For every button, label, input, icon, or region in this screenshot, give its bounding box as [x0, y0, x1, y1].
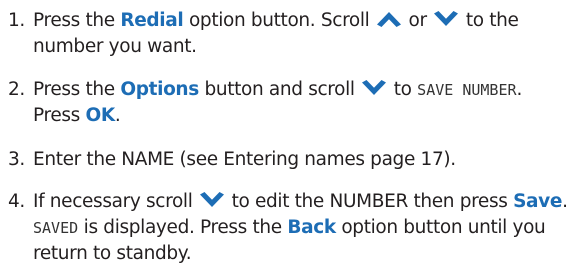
chevron-down-icon	[198, 191, 226, 209]
step-text: button and scroll	[198, 79, 361, 100]
redial-button-label: Redial	[120, 10, 184, 31]
step-text: .	[114, 105, 121, 126]
display-text-save-number: SAVE NUMBER	[417, 81, 517, 99]
step-text: If necessary scroll	[33, 191, 199, 212]
step-text: to	[388, 79, 418, 100]
step-text: or	[403, 10, 433, 31]
step-line: SAVED is displayed. Press the Back optio…	[33, 215, 546, 241]
step-line: number you want.	[33, 34, 197, 60]
chevron-up-icon	[375, 10, 403, 28]
step-text: to the	[460, 10, 519, 31]
step-text: is displayed. Press the	[78, 217, 288, 238]
options-button-label: Options	[120, 79, 199, 100]
display-text-saved: SAVED	[33, 219, 79, 237]
instruction-steps: 1. Press the Redial option button. Scrol…	[0, 0, 575, 275]
back-button-label: Back	[287, 217, 336, 238]
step-line: Enter the NAME (see Entering names page …	[33, 147, 456, 173]
chevron-down-icon	[432, 10, 460, 28]
step-line: return to standby.	[33, 241, 192, 267]
step-text: return to standby.	[33, 243, 192, 264]
step-text: Enter the NAME (see Entering names page …	[33, 149, 456, 170]
chevron-down-icon	[360, 79, 388, 97]
step-text: .	[516, 79, 523, 100]
step-line: Press the Redial option button. Scroll o…	[33, 8, 519, 34]
step-text: option button until you	[335, 217, 546, 238]
step-number: 2.	[8, 79, 25, 100]
step-text: .	[562, 191, 568, 212]
step-number: 4.	[8, 191, 25, 212]
step-line: If necessary scroll to edit the NUMBER t…	[33, 189, 568, 215]
step-text: Press	[33, 105, 86, 126]
step-line: Press OK.	[33, 103, 121, 129]
step-text: Press the	[33, 79, 121, 100]
step-text: number you want.	[33, 36, 197, 57]
step-text: option button. Scroll	[183, 10, 376, 31]
step-number: 3.	[8, 149, 25, 170]
save-button-label: Save	[513, 191, 563, 212]
ok-button-label: OK	[85, 105, 115, 126]
step-number: 1.	[8, 10, 25, 31]
step-text: to edit the NUMBER then press	[226, 191, 514, 212]
step-text: Press the	[33, 10, 121, 31]
step-line: Press the Options button and scroll to S…	[33, 77, 522, 103]
